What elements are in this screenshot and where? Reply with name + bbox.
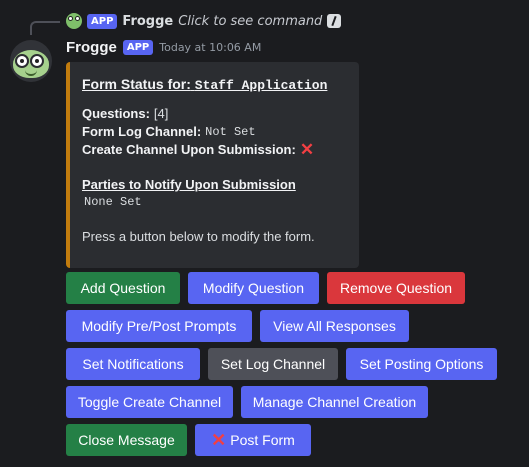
frog-avatar-face [13,50,49,78]
embed-title: Form Status for: Staff_Application [82,76,343,93]
questions-label: Questions: [82,106,150,121]
close-message-button[interactable]: Close Message [66,424,187,456]
log-channel-row: Form Log Channel: Not Set [82,123,343,141]
frog-eye-right [30,54,44,68]
view-all-responses-button[interactable]: View All Responses [260,310,409,342]
frog-avatar[interactable] [10,40,52,82]
reply-command-text[interactable]: Click to see command [178,14,322,29]
message-author[interactable]: Frogge [66,39,117,56]
reply-avatar [66,13,82,29]
add-question-button[interactable]: Add Question [66,272,180,304]
modify-question-button[interactable]: Modify Question [188,272,319,304]
reply-reference[interactable]: APP Frogge Click to see command [66,11,342,31]
create-channel-label: Create Channel Upon Submission: [82,142,296,157]
toggle-create-channel-button[interactable]: Toggle Create Channel [66,386,233,418]
reply-author[interactable]: Frogge [122,14,173,29]
form-status-embed: Form Status for: Staff_Application Quest… [66,62,359,268]
post-form-label: Post Form [230,432,295,448]
remove-question-button[interactable]: Remove Question [327,272,465,304]
frog-mouth [25,70,37,76]
post-form-button[interactable]: ✕ Post Form [195,424,311,456]
app-badge: APP [122,39,154,55]
set-log-channel-button[interactable]: Set Log Channel [208,348,338,380]
questions-value: [4] [153,106,169,121]
embed-form-name: Staff_Application [194,78,328,93]
frog-eye-left [15,54,29,68]
cross-mark-icon: ✕ [299,140,315,159]
cross-mark-icon: ✕ [211,430,227,450]
reply-spine [30,21,60,35]
parties-value: None Set [84,195,142,209]
embed-footer-text: Press a button below to modify the form. [82,229,315,244]
log-channel-value: Not Set [205,125,256,139]
message-header: Frogge APP Today at 10:06 AM [66,36,261,58]
create-channel-row: Create Channel Upon Submission: ✕ [82,141,343,159]
log-channel-label: Form Log Channel: [82,124,202,139]
parties-heading: Parties to Notify Upon Submission [82,177,296,192]
set-notifications-button[interactable]: Set Notifications [66,348,200,380]
embed-title-prefix: Form Status for: [82,76,191,92]
set-posting-options-button[interactable]: Set Posting Options [346,348,497,380]
questions-row: Questions: [4] [82,105,343,123]
reply-app-badge: APP [87,13,118,29]
modify-prompts-button[interactable]: Modify Pre/Post Prompts [66,310,252,342]
manage-channel-creation-button[interactable]: Manage Channel Creation [241,386,428,418]
slash-command-icon [327,14,342,28]
message-timestamp: Today at 10:06 AM [159,40,262,54]
